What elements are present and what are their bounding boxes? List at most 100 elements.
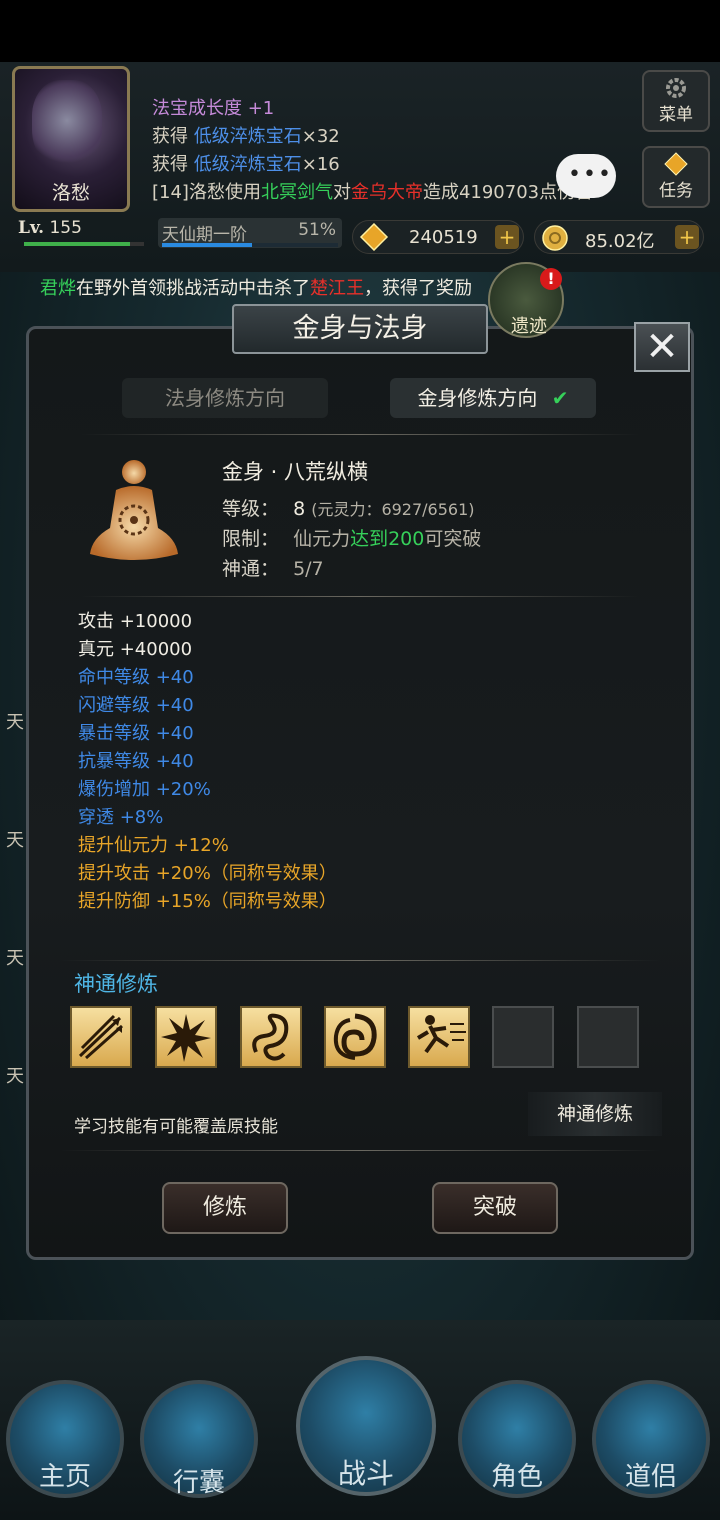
tab-dharma-body[interactable]: 法身修炼方向 — [122, 378, 328, 418]
player-name: 洛愁 — [51, 182, 90, 204]
menu-button[interactable]: 菜单 — [642, 70, 710, 132]
stat-row: 真元 +40000 — [78, 639, 193, 660]
divider — [60, 1150, 660, 1151]
coin-counter: 85.02亿 + — [534, 220, 704, 254]
nav-battle-label: 战斗 — [337, 1457, 394, 1490]
level-row: 等级： 8 (元灵力：6927/6561) — [222, 494, 475, 521]
stat-row: 暴击等级 +40 — [78, 723, 194, 744]
learn-skill-button[interactable]: 神通修炼 — [528, 1092, 662, 1136]
realm-label: 天仙期一阶 — [162, 225, 247, 245]
stat-row: 提升攻击 +20%（同称号效果） — [78, 863, 337, 884]
world-broadcast: 君烨在野外首领挑战活动中击杀了楚江王，获得了奖励 — [40, 274, 472, 300]
log-text: 获得 — [152, 154, 194, 175]
stat-row: 爆伤增加 +20% — [78, 779, 211, 800]
level-value: 155 — [49, 218, 82, 238]
meditating-figure-icon — [90, 460, 178, 560]
level-label: Lv. — [18, 218, 45, 238]
add-coins-button[interactable]: + — [675, 225, 699, 249]
realm-bar: 天仙期一阶 51% — [158, 218, 342, 248]
close-button[interactable]: ✕ — [634, 322, 690, 372]
stat-row: 攻击 +10000 — [78, 611, 193, 632]
log-line: [14]洛愁使用北冥剑气对金乌大帝造成4190703点伤害 — [152, 178, 593, 204]
skill-slot[interactable] — [324, 1006, 386, 1068]
skill-slot[interactable] — [155, 1006, 217, 1068]
tab-label: 金身修炼方向 — [417, 386, 538, 410]
limit-row: 限制： 仙元力达到200可突破 — [222, 524, 481, 551]
chat-button[interactable]: ••• — [556, 154, 616, 198]
limit-label: 限制： — [222, 528, 280, 550]
gear-icon — [666, 78, 686, 98]
level-fill — [24, 242, 130, 246]
gem-counter: 240519 + — [352, 220, 524, 254]
realm-fill — [162, 243, 252, 247]
alert-badge: ! — [540, 268, 562, 290]
stat-row: 提升仙元力 +12% — [78, 835, 229, 856]
task-label: 任务 — [659, 181, 693, 201]
side-text: 天 — [6, 830, 24, 851]
log-item: 低级淬炼宝石 — [193, 126, 302, 147]
skill-warning: 学习技能有可能覆盖原技能 — [74, 1117, 278, 1137]
broadcast-player: 君烨 — [40, 278, 76, 299]
skill-slot-empty[interactable] — [492, 1006, 554, 1068]
skill-slot[interactable] — [70, 1006, 132, 1068]
log-text: [14]洛愁使用 — [152, 182, 261, 203]
log-text: 法宝成长度 — [152, 98, 242, 119]
realm-percent: 51% — [298, 220, 336, 240]
log-item: 低级淬炼宝石 — [193, 154, 302, 175]
add-gems-button[interactable]: + — [495, 225, 519, 249]
gem-icon — [359, 223, 389, 251]
check-icon: ✔ — [551, 386, 569, 410]
shentong-label: 神通： — [222, 558, 280, 580]
nav-companion-label: 道侣 — [624, 1462, 677, 1492]
level-label: 等级： — [222, 498, 280, 520]
arrows-icon — [78, 1014, 123, 1060]
breakthrough-button[interactable]: 突破 — [432, 1182, 558, 1234]
log-line: 获得 低级淬炼宝石×32 — [152, 122, 340, 148]
stat-row: 命中等级 +40 — [78, 667, 194, 688]
task-button[interactable]: 任务 — [642, 146, 710, 208]
nav-bag-label: 行囊 — [172, 1468, 225, 1498]
stat-row: 穿透 +8% — [78, 807, 164, 828]
skill-slot-empty[interactable] — [577, 1006, 639, 1068]
log-text: 获得 — [152, 126, 194, 147]
side-text: 天 — [6, 712, 24, 733]
broadcast-text: ，获得了奖励 — [364, 278, 472, 299]
log-value: ×16 — [301, 154, 340, 175]
stat-row: 闪避等级 +40 — [78, 695, 194, 716]
broadcast-boss: 楚江王 — [310, 278, 364, 299]
serpent-icon — [252, 1013, 289, 1061]
log-line: 获得 低级淬炼宝石×16 — [152, 150, 340, 176]
skill-slot[interactable] — [408, 1006, 470, 1068]
log-skill: 北冥剑气 — [260, 182, 333, 203]
train-button[interactable]: 修炼 — [162, 1182, 288, 1234]
chat-dots-icon: ••• — [568, 162, 613, 187]
log-line: 法宝成长度 +1 — [152, 94, 274, 120]
status-bar — [0, 0, 720, 62]
divider — [60, 960, 660, 961]
shentong-row: 神通： 5/7 — [222, 554, 324, 581]
vortex-icon — [333, 1013, 377, 1060]
stat-row: 提升防御 +15%（同称号效果） — [78, 891, 337, 912]
side-text: 天 — [6, 1066, 24, 1087]
divider — [80, 434, 640, 435]
tab-golden-body[interactable]: 金身修炼方向 ✔ — [390, 378, 596, 418]
log-value: ×32 — [301, 126, 340, 147]
burst-icon — [161, 1014, 211, 1062]
divider — [80, 596, 640, 597]
limit-text: 仙元力 — [293, 528, 351, 550]
stat-row: 抗暴等级 +40 — [78, 751, 194, 772]
log-target: 金乌大帝 — [350, 182, 423, 203]
limit-requirement: 达到200 — [350, 528, 425, 550]
nav-home-label: 主页 — [38, 1462, 91, 1492]
limit-text: 可突破 — [424, 528, 482, 550]
level-bar: Lv. 155 — [18, 218, 146, 248]
nav-character-label: 角色 — [490, 1462, 543, 1492]
log-text: 对 — [332, 182, 351, 203]
diamond-icon — [664, 152, 688, 176]
avatar-portrait — [32, 80, 102, 170]
menu-label: 菜单 — [659, 105, 693, 125]
skill-section-title: 神通修炼 — [74, 972, 158, 996]
broadcast-text: 在野外首领挑战活动中击杀了 — [76, 278, 310, 299]
body-name: 金身 · 八荒纵横 — [222, 460, 369, 484]
skill-slot[interactable] — [240, 1006, 302, 1068]
